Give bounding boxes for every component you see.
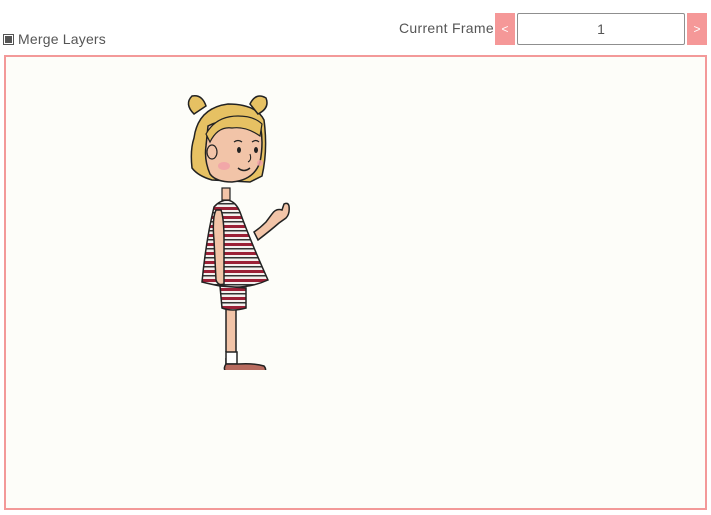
merge-layers-toggle[interactable]: Merge Layers — [3, 30, 106, 48]
merge-layers-label: Merge Layers — [18, 31, 106, 47]
animation-canvas[interactable] — [4, 55, 707, 510]
merge-layers-checkbox[interactable] — [3, 33, 14, 45]
next-frame-button[interactable]: > — [687, 13, 707, 45]
previous-frame-button[interactable]: < — [495, 13, 515, 45]
current-frame-label: Current Frame — [399, 20, 494, 36]
girl-drawing — [187, 94, 290, 370]
current-frame-input[interactable] — [517, 13, 685, 45]
